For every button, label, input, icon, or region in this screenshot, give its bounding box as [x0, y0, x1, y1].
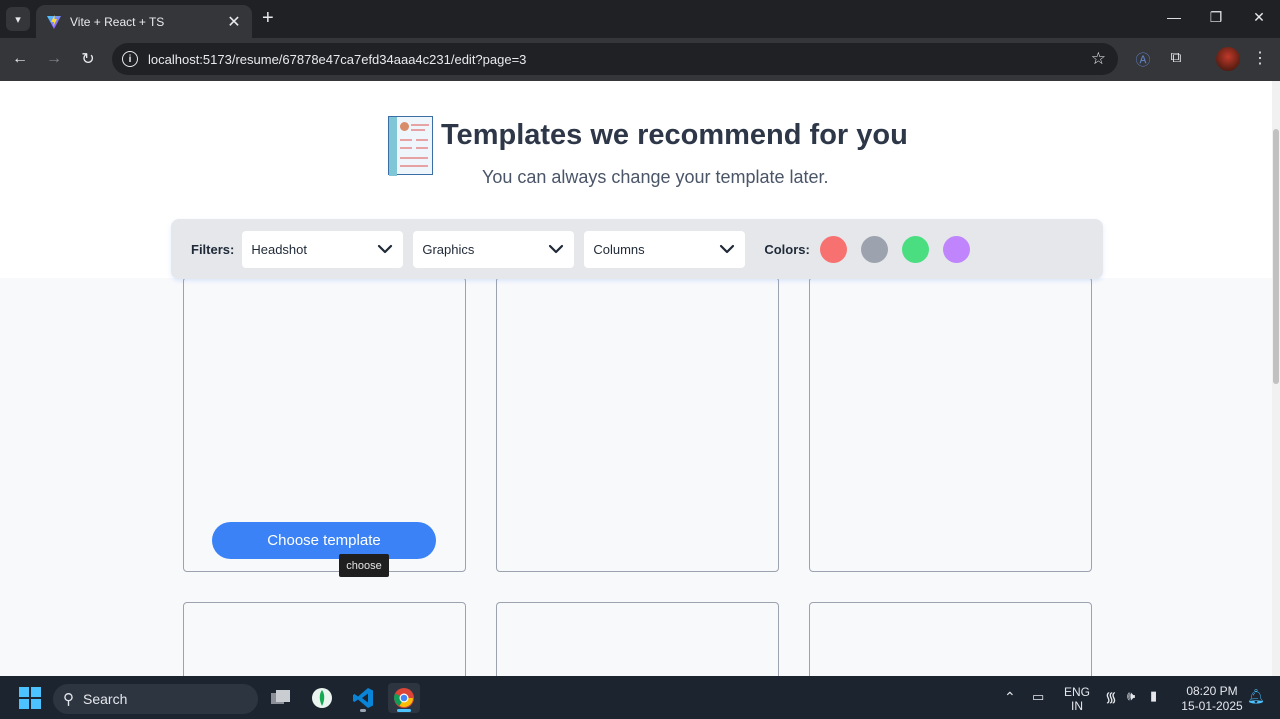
minimize-icon[interactable]: — [1164, 9, 1184, 25]
volume-icon[interactable]: 🕪 [1127, 688, 1135, 704]
headshot-select[interactable]: Headshot [242, 230, 404, 268]
select-value: Graphics [422, 241, 475, 257]
account-extension-icon[interactable]: Ⓐ [1132, 49, 1154, 70]
clock-date: 15-01-2025 [1181, 699, 1243, 713]
template-card[interactable] [809, 277, 1092, 572]
graphics-select[interactable]: Graphics [413, 230, 575, 268]
tray-overflow-icon[interactable]: ⌃ [1004, 689, 1016, 706]
filters-label: Filters: [191, 241, 235, 257]
close-window-icon[interactable]: ✕ [1249, 9, 1269, 26]
template-card[interactable] [183, 602, 466, 676]
battery-icon[interactable]: ▮ [1150, 688, 1157, 704]
page-subtitle: You can always change your template late… [482, 167, 829, 187]
taskbar: ⚲ Search ⌃ ▭ ENG IN ᯾ 🕪 ▮ 08:20 PM 15-01… [0, 676, 1280, 719]
page-title: Templates we recommend for you [441, 119, 908, 151]
resume-thumbnail-icon [388, 116, 433, 176]
color-swatch-gray[interactable] [860, 235, 888, 263]
extension-icon[interactable]: ⧉ [1165, 49, 1187, 66]
choose-template-button[interactable]: Choose template [212, 522, 436, 559]
select-value: Columns [593, 241, 645, 257]
taskbar-search[interactable]: ⚲ Search [53, 684, 258, 714]
tab-search-icon[interactable]: ▾ [6, 7, 30, 31]
close-tab-icon[interactable]: ✕ [226, 12, 242, 32]
running-indicator [397, 709, 411, 712]
mongodb-icon[interactable] [306, 683, 338, 713]
color-swatch-green[interactable] [901, 235, 929, 263]
back-icon[interactable]: ← [9, 48, 31, 70]
forward-icon[interactable]: → [43, 48, 65, 70]
color-swatch-red[interactable] [819, 235, 847, 263]
task-view-icon[interactable] [265, 683, 297, 713]
address-bar[interactable]: i localhost:5173/resume/67878e47ca7efd34… [112, 43, 1118, 75]
touchpad-icon[interactable]: ▭ [1032, 689, 1044, 705]
profile-avatar[interactable] [1216, 47, 1240, 71]
page-content: Templates we recommend for you You can a… [0, 81, 1280, 676]
scrollbar-thumb[interactable] [1273, 129, 1279, 384]
template-card[interactable] [809, 602, 1092, 676]
filters-bar: Filters: Headshot Graphics Columns Color… [171, 219, 1103, 279]
clock-time: 08:20 PM [1186, 684, 1238, 698]
url-text[interactable]: localhost:5173/resume/67878e47ca7efd34aa… [148, 52, 1091, 67]
new-tab-button[interactable]: + [262, 8, 274, 28]
chrome-icon[interactable] [388, 683, 420, 713]
wifi-icon[interactable]: ᯾ [1105, 688, 1117, 707]
browser-tab-bar: ▾ Vite + React + TS ✕ + — ❐ ✕ [0, 0, 1280, 38]
vscode-icon[interactable] [347, 683, 379, 713]
template-card[interactable] [496, 602, 779, 676]
running-indicator [360, 709, 366, 712]
notification-bell-icon[interactable]: 🔔︎ [1247, 688, 1265, 705]
chevron-down-icon [378, 244, 393, 254]
select-value: Headshot [251, 241, 307, 257]
columns-select[interactable]: Columns [584, 230, 746, 268]
site-info-icon[interactable]: i [122, 51, 138, 67]
lang-bottom: IN [1071, 699, 1083, 713]
vite-favicon-icon [47, 14, 61, 29]
scrollbar[interactable] [1272, 81, 1280, 676]
bookmark-star-icon[interactable]: ☆ [1091, 49, 1106, 69]
lang-top: ENG [1064, 685, 1091, 699]
search-icon: ⚲ [63, 691, 74, 708]
clock[interactable]: 08:20 PM 15-01-2025 [1180, 684, 1244, 714]
restore-icon[interactable]: ❐ [1206, 9, 1226, 26]
tooltip: choose [339, 554, 389, 577]
browser-toolbar: ← → ↻ i localhost:5173/resume/67878e47ca… [0, 38, 1280, 81]
menu-icon[interactable]: ⋮ [1252, 48, 1268, 68]
reload-icon[interactable]: ↻ [77, 48, 99, 70]
colors-label: Colors: [764, 241, 810, 257]
chevron-down-icon [720, 244, 735, 254]
browser-tab[interactable]: Vite + React + TS ✕ [36, 5, 252, 38]
tab-title: Vite + React + TS [70, 14, 165, 29]
template-card[interactable] [496, 277, 779, 572]
language-indicator[interactable]: ENG IN [1064, 685, 1090, 713]
color-swatch-purple[interactable] [942, 235, 970, 263]
search-label: Search [83, 691, 128, 707]
windows-start-icon[interactable] [19, 687, 41, 709]
chevron-down-icon [549, 244, 564, 254]
